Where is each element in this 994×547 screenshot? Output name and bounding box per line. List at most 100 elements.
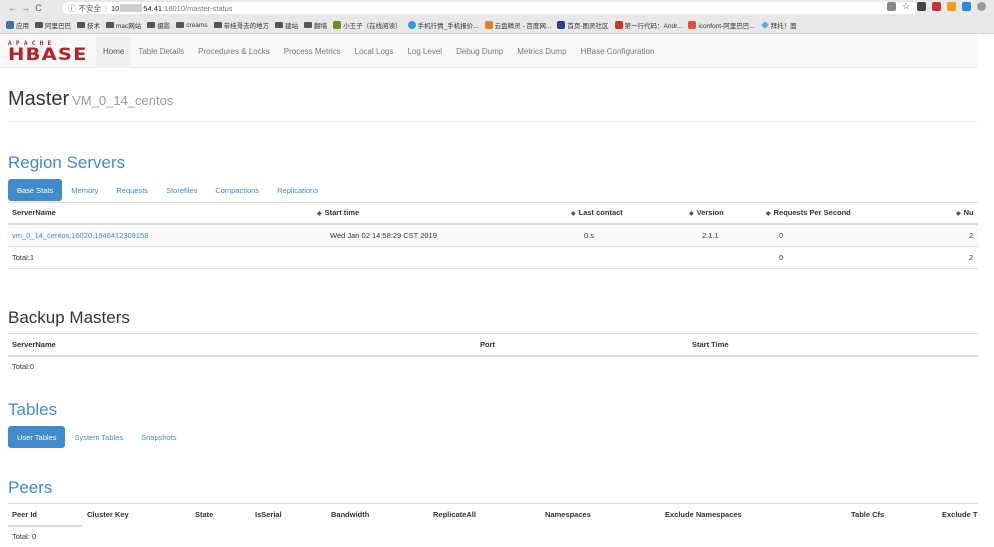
- tab-compactions[interactable]: Compactions: [206, 179, 268, 201]
- translate-icon[interactable]: [887, 2, 896, 11]
- cloud-icon: [484, 21, 493, 29]
- bookmark-item[interactable]: 首页-图灵社区: [557, 20, 609, 30]
- bookmark-item[interactable]: mac网站: [106, 20, 141, 30]
- tab-requests[interactable]: Requests: [107, 179, 157, 201]
- bookmark-item[interactable]: creams: [176, 21, 208, 29]
- col-namespaces: Namespaces: [545, 510, 591, 519]
- turing-icon: [557, 21, 566, 29]
- tab-base-stats[interactable]: Base Stats: [8, 179, 63, 201]
- bookmark-label: creams: [186, 21, 208, 29]
- sort-icon: ◆: [766, 211, 771, 217]
- logo-hbase-text: HBASE: [8, 45, 88, 65]
- bookmark-label: iconfont-阿里巴巴...: [698, 23, 755, 30]
- bookmark-item[interactable]: 小王子（在线阅读）: [333, 20, 402, 30]
- tab-snapshots[interactable]: Snapshots: [132, 426, 185, 448]
- col-label: Last contact: [578, 208, 623, 217]
- bookmark-item[interactable]: 第一行代码：Andr...: [614, 20, 683, 30]
- extension-icons: ☆: [887, 2, 986, 11]
- url-host-prefix: 10: [110, 3, 120, 13]
- bookmark-item[interactable]: 翻墙: [304, 20, 327, 30]
- nav-home[interactable]: Home: [96, 35, 132, 68]
- cell-start-time: Wed Jan 02 14:58:29 CST 2019: [330, 231, 437, 240]
- col-label: Requests Per Second: [773, 208, 851, 217]
- bookmark-item[interactable]: 云盘精灵 - 百度网...: [484, 20, 551, 30]
- col-start-time[interactable]: ◆ Start time: [317, 208, 359, 217]
- star-icon[interactable]: ☆: [902, 2, 911, 11]
- tab-storefiles[interactable]: Storefiles: [157, 179, 206, 201]
- browser-chrome: ← → C ⓘ 不安全 | 10 54.41 :16010/master-sta…: [0, 0, 994, 34]
- tables-tabs: User Tables System Tables Snapshots: [8, 426, 186, 448]
- backup-masters-heading: Backup Masters: [8, 308, 130, 327]
- col-isserial: IsSerial: [255, 510, 282, 519]
- hbase-logo[interactable]: APACHE HBASE: [8, 40, 88, 64]
- region-servers-heading: Region Servers: [8, 153, 126, 172]
- col-num[interactable]: ◆ Nu: [956, 208, 974, 217]
- profile-icon[interactable]: [977, 2, 986, 11]
- peers-table: Peer Id Cluster Key State IsSerial Bandw…: [8, 503, 978, 547]
- total-label: Total:1: [12, 253, 35, 262]
- address-row: ← → C ⓘ 不安全 | 10 54.41 :16010/master-sta…: [0, 0, 994, 16]
- bookmark-label: mac网站: [116, 23, 142, 30]
- diamond-icon: [760, 21, 769, 29]
- col-version[interactable]: ◆ Version: [689, 208, 724, 217]
- bookmark-item[interactable]: iconfont-阿里巴巴...: [688, 20, 755, 30]
- bookmark-label: 建站: [285, 23, 299, 30]
- col-peer-id: Peer Id: [12, 510, 38, 519]
- back-icon[interactable]: ←: [6, 3, 19, 13]
- nav-local-logs[interactable]: Local Logs: [348, 35, 401, 68]
- col-label: Start time: [324, 208, 360, 217]
- page-title: Master VM_0_14_centos: [8, 88, 978, 111]
- jd-icon: [614, 21, 623, 29]
- bookmark-item[interactable]: 阿里巴巴: [35, 20, 71, 30]
- bookmark-label: 应用: [16, 23, 29, 30]
- nav-process-metrics[interactable]: Process Metrics: [277, 35, 348, 68]
- server-link[interactable]: vm_0_14_centos,16020,1546412309158: [12, 231, 148, 240]
- bookmark-item[interactable]: 应用: [6, 20, 29, 30]
- nav-metrics-dump[interactable]: Metrics Dump: [510, 35, 573, 68]
- bookmark-label: 翻墙: [314, 23, 328, 30]
- nav-log-level[interactable]: Log Level: [400, 35, 449, 68]
- forward-icon[interactable]: →: [19, 3, 32, 13]
- url-redaction: [120, 4, 143, 12]
- bookmark-label: 阿里巴巴: [45, 23, 71, 30]
- nav-procedures-locks[interactable]: Procedures & Locks: [191, 35, 277, 68]
- folder-icon: [35, 22, 43, 28]
- table-total-row: Total: 0: [8, 527, 978, 547]
- peers-heading: Peers: [8, 478, 53, 497]
- url-path: :16010/master-status: [162, 3, 233, 13]
- bookmark-item[interactable]: 建站: [275, 20, 298, 30]
- extension-icon[interactable]: [947, 2, 956, 11]
- tab-system-tables[interactable]: System Tables: [65, 426, 132, 448]
- table-header-row: ServerName Port Start Time: [8, 333, 978, 355]
- bookmark-item[interactable]: 拜托！面: [760, 20, 797, 30]
- col-servername: ServerName: [12, 340, 56, 349]
- bookmark-label: 手机行情_手机报价...: [417, 23, 479, 30]
- folder-icon: [176, 22, 185, 28]
- reload-icon[interactable]: C: [32, 3, 45, 13]
- bookmark-item[interactable]: 手机行情_手机报价...: [407, 20, 479, 30]
- nav-hbase-configuration[interactable]: HBase Configuration: [574, 35, 662, 68]
- col-state: State: [195, 510, 214, 519]
- extension-icon[interactable]: [962, 2, 971, 11]
- tab-memory[interactable]: Memory: [62, 179, 107, 201]
- bookmark-label: 首页-图灵社区: [567, 23, 609, 30]
- extension-icon[interactable]: [917, 2, 926, 11]
- bookmark-item[interactable]: 摄影: [147, 20, 170, 30]
- url-separator: |: [105, 3, 107, 13]
- nav-table-details[interactable]: Table Details: [131, 35, 191, 68]
- col-servername[interactable]: ServerName: [12, 208, 56, 217]
- url-bar[interactable]: ⓘ 不安全 | 10 54.41 :16010/master-status: [62, 2, 918, 14]
- table-divider: [8, 268, 978, 269]
- tab-user-tables[interactable]: User Tables: [8, 426, 66, 448]
- col-requests-per-second[interactable]: ◆ Requests Per Second: [766, 208, 851, 217]
- extension-icon[interactable]: [932, 2, 941, 11]
- bookmark-label: 第一行代码：Andr...: [624, 23, 683, 30]
- total-num: 2: [969, 253, 974, 262]
- bookmark-item[interactable]: 技术: [77, 20, 100, 30]
- col-last-contact[interactable]: ◆ Last contact: [571, 208, 623, 217]
- tab-replications[interactable]: Replications: [268, 179, 327, 201]
- col-table-cfs: Table Cfs: [851, 510, 885, 519]
- bookmark-item[interactable]: 带桂哥去的地方: [213, 20, 269, 30]
- info-icon[interactable]: ⓘ: [68, 3, 76, 14]
- nav-debug-dump[interactable]: Debug Dump: [449, 35, 510, 68]
